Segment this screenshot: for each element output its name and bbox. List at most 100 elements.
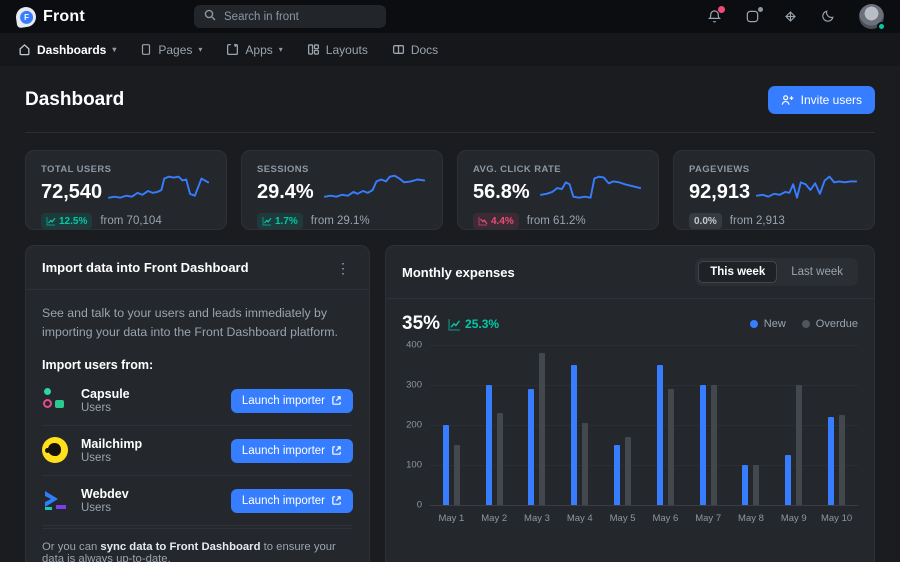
bar-group	[687, 345, 730, 505]
external-link-icon	[331, 395, 342, 406]
trend-up-icon	[448, 318, 461, 331]
page-title: Dashboard	[25, 89, 124, 111]
change-badge: 0.0%	[689, 213, 722, 229]
stats-row: TOTAL USERS 72,540 12.5% from 70,104 SES…	[25, 150, 875, 230]
chart-legend: New Overdue	[750, 318, 858, 330]
y-axis-label: 200	[406, 420, 422, 431]
app-window-icon	[226, 43, 239, 56]
legend-item-overdue: Overdue	[802, 318, 858, 330]
x-axis-label: May 8	[730, 513, 773, 524]
importer-name: Capsule	[81, 387, 219, 401]
last-week-button[interactable]: Last week	[779, 261, 855, 283]
front-logo-icon: F	[15, 5, 38, 28]
bar-new	[828, 417, 834, 505]
bar-group	[558, 345, 601, 505]
bar-group	[815, 345, 858, 505]
global-search[interactable]	[194, 5, 386, 28]
bar-overdue	[796, 385, 802, 505]
bar-group	[772, 345, 815, 505]
importer-type: Users	[81, 502, 219, 514]
y-axis-label: 0	[417, 500, 422, 511]
nav-item-pages[interactable]: Pages ▾	[140, 43, 202, 57]
brand-logo[interactable]: F Front	[16, 7, 176, 27]
dark-mode-toggle[interactable]	[821, 9, 837, 25]
x-axis-label: May 9	[772, 513, 815, 524]
bar-group	[473, 345, 516, 505]
expenses-value: 35%	[402, 313, 440, 335]
launch-importer-button[interactable]: Launch importer	[231, 389, 353, 413]
x-axis: May 1May 2May 3May 4May 5May 6May 7May 8…	[430, 513, 858, 524]
card-title: Import data into Front Dashboard	[42, 260, 249, 275]
launch-importer-button[interactable]: Launch importer	[231, 489, 353, 513]
external-link-icon	[331, 445, 342, 456]
trend-up-icon	[262, 216, 272, 226]
card-title: Monthly expenses	[402, 265, 515, 280]
nav-item-docs[interactable]: Docs	[392, 43, 438, 57]
this-week-button[interactable]: This week	[698, 261, 777, 283]
user-avatar[interactable]	[859, 4, 884, 29]
import-row-mailchimp: Mailchimp Users Launch importer	[42, 426, 353, 476]
legend-dot-overdue	[802, 320, 810, 328]
notifications-button[interactable]	[707, 9, 723, 25]
search-input[interactable]	[224, 11, 376, 23]
webdev-logo-icon	[42, 488, 69, 514]
y-axis-label: 100	[406, 460, 422, 471]
book-icon	[392, 43, 405, 56]
nav-item-layouts[interactable]: Layouts	[307, 43, 368, 57]
notification-dot	[718, 6, 725, 13]
x-axis-label: May 2	[473, 513, 516, 524]
change-badge: 4.4%	[473, 213, 519, 229]
apps-button[interactable]	[745, 9, 761, 25]
person-plus-icon	[781, 94, 794, 106]
bar-new	[614, 445, 620, 505]
bar-group	[601, 345, 644, 505]
import-row-capsule: Capsule Users Launch importer	[42, 376, 353, 426]
stat-from: from 29.1%	[311, 215, 370, 227]
sparkline-chart	[539, 168, 644, 212]
x-axis-label: May 1	[430, 513, 473, 524]
bar-group	[644, 345, 687, 505]
import-row-webdev: Webdev Users Launch importer	[42, 476, 353, 526]
bar-new	[700, 385, 706, 505]
x-axis-label: May 4	[558, 513, 601, 524]
import-data-card: Import data into Front Dashboard ⋮ See a…	[25, 245, 370, 562]
modules-button[interactable]	[783, 9, 799, 25]
y-axis: 4003002001000	[402, 345, 430, 505]
change-badge: 12.5%	[41, 213, 92, 229]
stat-from: from 61.2%	[527, 215, 586, 227]
bar-new	[785, 455, 791, 505]
nav-item-apps[interactable]: Apps ▾	[226, 43, 282, 57]
expenses-bar-chart: 4003002001000	[402, 345, 858, 505]
invite-users-button[interactable]: Invite users	[768, 86, 875, 114]
topbar: F Front	[0, 0, 900, 33]
legend-item-new: New	[750, 318, 786, 330]
bar-overdue	[711, 385, 717, 505]
stat-from: from 2,913	[730, 215, 785, 227]
change-badge: 1.7%	[257, 213, 303, 229]
bar-overdue	[454, 445, 460, 505]
x-axis-label: May 3	[516, 513, 559, 524]
sync-data-link[interactable]: sync data to Front Dashboard	[100, 541, 260, 553]
chevron-down-icon: ▾	[279, 45, 283, 54]
x-axis-label: May 6	[644, 513, 687, 524]
moon-icon	[821, 9, 835, 23]
import-description: See and talk to your users and leads imm…	[42, 304, 353, 342]
nav-item-dashboards[interactable]: Dashboards ▾	[18, 43, 116, 57]
kebab-menu-icon[interactable]: ⋮	[333, 261, 353, 275]
brand-name: Front	[43, 8, 85, 26]
week-toggle: This week Last week	[695, 258, 858, 286]
chevron-down-icon: ▾	[112, 45, 116, 54]
launch-importer-button[interactable]: Launch importer	[231, 439, 353, 463]
bar-new	[571, 365, 577, 505]
trend-down-icon	[478, 216, 488, 226]
import-subtitle: Import users from:	[42, 358, 353, 372]
bar-new	[443, 425, 449, 505]
x-axis-label: May 5	[601, 513, 644, 524]
bar-group	[730, 345, 773, 505]
capsule-logo-icon	[42, 387, 69, 414]
bar-overdue	[497, 413, 503, 505]
x-axis-label: May 10	[815, 513, 858, 524]
bar-overdue	[753, 465, 759, 505]
stat-from: from 70,104	[100, 215, 161, 227]
importer-name: Webdev	[81, 487, 219, 501]
